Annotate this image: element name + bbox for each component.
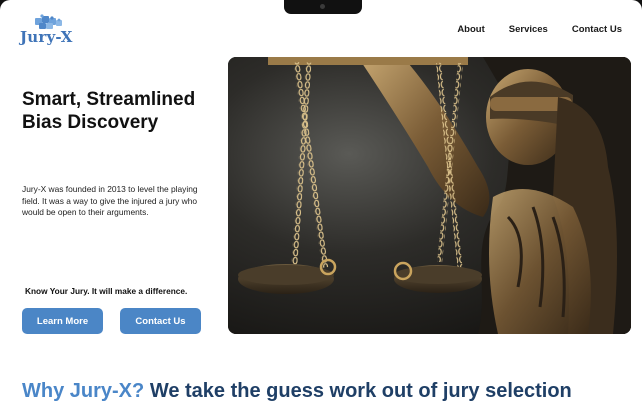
top-nav: About Services Contact Us bbox=[457, 24, 622, 35]
brand-name: Jury-X bbox=[20, 28, 73, 46]
nav-item-contact-us[interactable]: Contact Us bbox=[572, 24, 622, 35]
brand-logo[interactable]: Jury-X bbox=[20, 14, 76, 46]
hero-tagline: Know Your Jury. It will make a differenc… bbox=[25, 286, 188, 296]
lady-justice-image bbox=[228, 57, 631, 334]
camera-icon bbox=[320, 4, 325, 9]
why-heading-rest: We take the guess work out of jury selec… bbox=[149, 380, 572, 402]
camera-notch bbox=[284, 0, 362, 14]
device-frame: Jury-X About Services Contact Us Smart, … bbox=[0, 0, 642, 416]
nav-item-services[interactable]: Services bbox=[509, 24, 548, 35]
why-heading: Why Jury-X? We take the guess work out o… bbox=[22, 380, 572, 403]
hero-description: Jury-X was founded in 2013 to level the … bbox=[22, 184, 198, 217]
nav-item-about[interactable]: About bbox=[457, 24, 484, 35]
hero-title: Smart, Streamlined Bias Discovery bbox=[22, 89, 196, 133]
contact-us-button[interactable]: Contact Us bbox=[120, 308, 201, 334]
learn-more-button[interactable]: Learn More bbox=[22, 308, 103, 334]
why-heading-highlight: Why Jury-X? bbox=[22, 380, 145, 402]
